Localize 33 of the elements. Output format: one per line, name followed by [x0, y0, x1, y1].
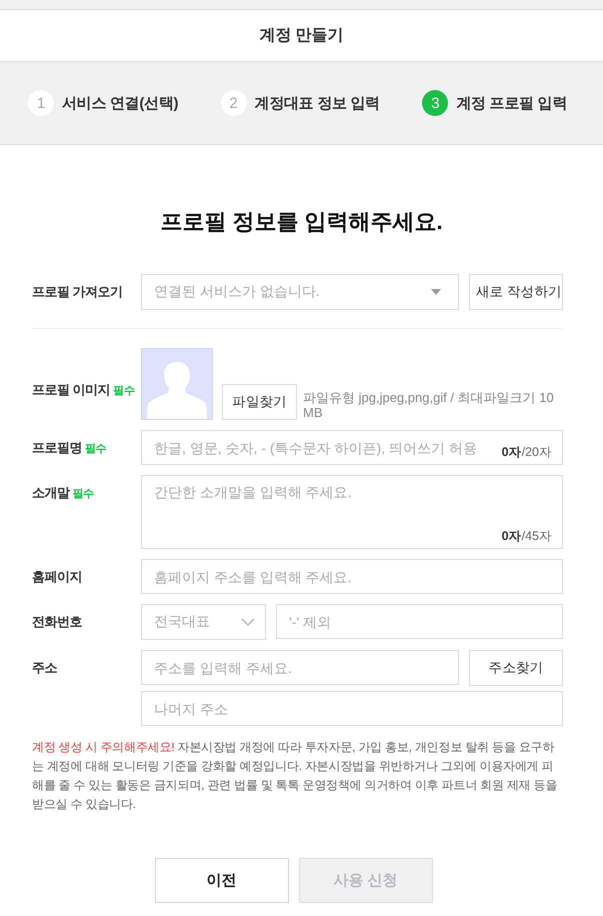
profile-image-placeholder [141, 348, 213, 420]
field-label: 소개말 [32, 484, 70, 502]
field-label: 주소 [32, 659, 57, 677]
back-button[interactable]: 이전 [154, 858, 288, 903]
address-detail-input[interactable]: 나머지 주소 [141, 691, 563, 726]
file-browse-button[interactable]: 파일찾기 [222, 384, 297, 420]
address-input[interactable]: 주소를 입력해 주세요. [141, 650, 459, 685]
required-label: 필수 [113, 384, 135, 398]
step-number: 3 [422, 90, 448, 116]
phone-input[interactable]: '-' 제외 [276, 604, 563, 639]
character-counter: 0자/20자 [502, 444, 552, 461]
field-label: 홈페이지 [32, 568, 82, 586]
step-label: 서비스 연결(선택) [62, 94, 178, 112]
field-label: 전화번호 [32, 613, 82, 631]
step-number: 1 [28, 90, 54, 116]
file-hint: 파일유형 jpg,jpeg,png,gif / 최대파일크기 10MB [303, 390, 555, 420]
required-label: 필수 [85, 442, 106, 456]
step-label: 계정대표 정보 입력 [254, 94, 380, 112]
page-heading: 프로필 정보를 입력해주세요. [159, 208, 444, 236]
new-profile-button[interactable]: 새로 작성하기 [469, 274, 563, 310]
required-label: 필수 [72, 487, 94, 501]
warning-notice: 계정 생성 시 주의해주세요! 자본시장법 개정에 따라 투자자문, 가입 홍보, 개인정보 탈취 등을 요구하는 계정에 대해 모니터링 기준을 강화할 예정입니다. 자본시장법을 위반하거나 그외에 이용자에게 피해를 줄 수 있는 활동은 금지되며, 관련 법률 및 톡톡 운영정책에 의거하여 이후 파트너 회원 제재 등을 받으실 수 있습니다. [32, 739, 558, 813]
caret-icon [431, 289, 441, 295]
step-number: 2 [220, 90, 247, 116]
step-label: 계정 프로필 입력 [456, 94, 567, 112]
field-label: 프로필 가져오기 [32, 283, 123, 301]
field-label: 프로필명 [32, 439, 82, 457]
header-title: 계정 만들기 [259, 26, 344, 46]
field-label: 프로필 이미지 [32, 381, 110, 399]
text-input[interactable]: 홈페이지 주소를 입력해 주세요. [141, 559, 563, 594]
chevron-icon [241, 618, 255, 626]
character-counter: 0자/45자 [502, 528, 552, 545]
address-search-button[interactable]: 주소찾기 [469, 650, 563, 686]
